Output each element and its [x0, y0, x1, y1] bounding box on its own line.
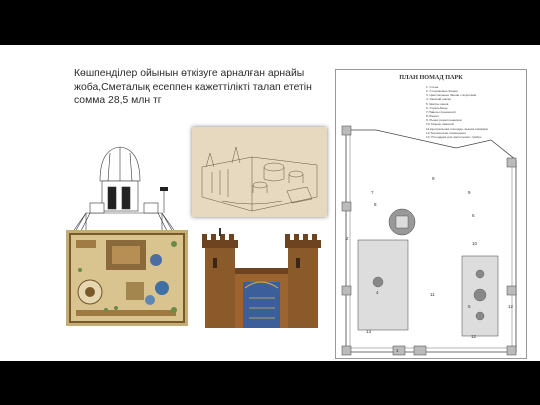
slide-title: Көшпенділер ойынын өткізуге арналған арн… [74, 68, 312, 106]
slide: Көшпенділер ойынын өткізуге арналған арн… [0, 45, 540, 361]
svg-text:11: 11 [430, 292, 435, 297]
svg-text:2: 2 [346, 236, 349, 241]
svg-text:8: 8 [374, 202, 377, 207]
nomad-park-plan: ПЛАН НОМАД ПАРК 1. Стена 2. Сторожевые б… [335, 69, 527, 359]
svg-text:9: 9 [468, 190, 471, 195]
svg-text:12: 12 [508, 304, 514, 309]
svg-text:12: 12 [471, 334, 477, 339]
svg-text:10: 10 [472, 241, 478, 246]
towers-render-image [193, 228, 323, 328]
tower-sketch-image [62, 137, 192, 237]
svg-text:7: 7 [371, 190, 374, 195]
plan-drawing: 2 7 8 9 9 6 10 4 11 5 12 12 13 1 [341, 125, 517, 356]
svg-text:13: 13 [366, 329, 372, 334]
svg-text:6: 6 [472, 213, 475, 218]
perspective-sketch-image [192, 127, 327, 217]
colored-site-plan-image [66, 230, 188, 326]
svg-text:9: 9 [432, 176, 435, 181]
